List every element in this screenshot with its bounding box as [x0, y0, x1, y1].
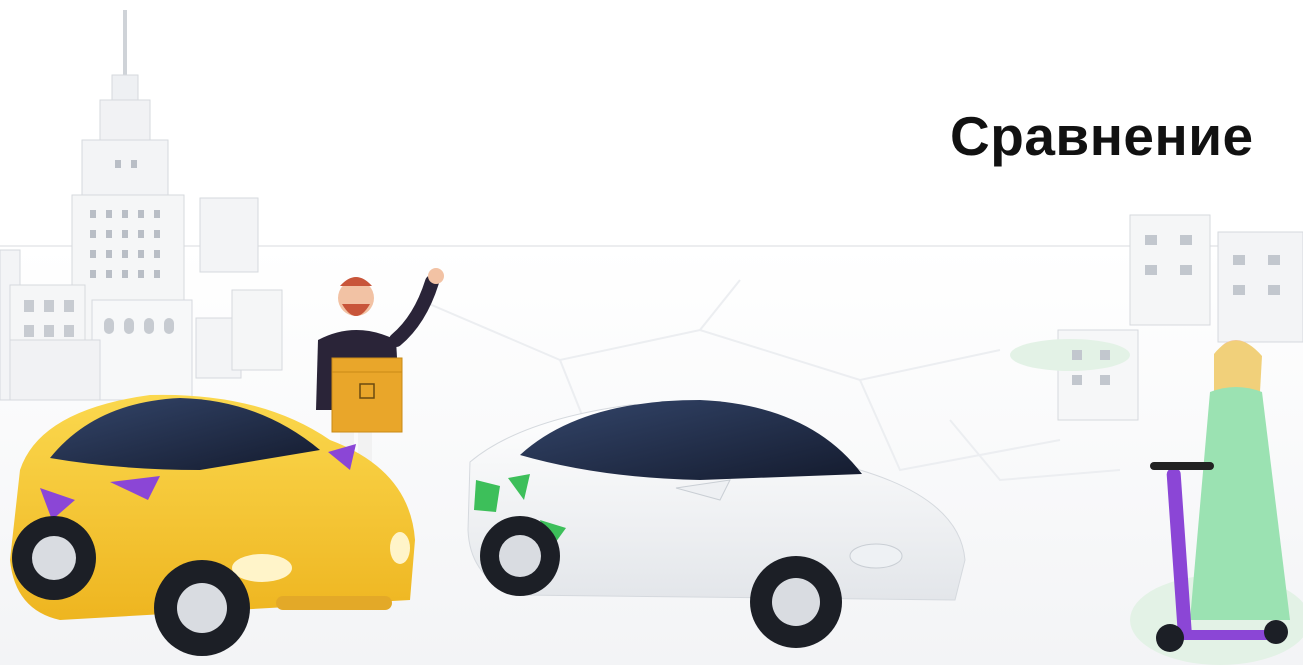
city-scene-illustration — [0, 10, 1303, 665]
promo-banner: Сравнение — [0, 0, 1303, 665]
page-title: Сравнение — [950, 105, 1254, 167]
left-city-buildings — [0, 10, 283, 401]
